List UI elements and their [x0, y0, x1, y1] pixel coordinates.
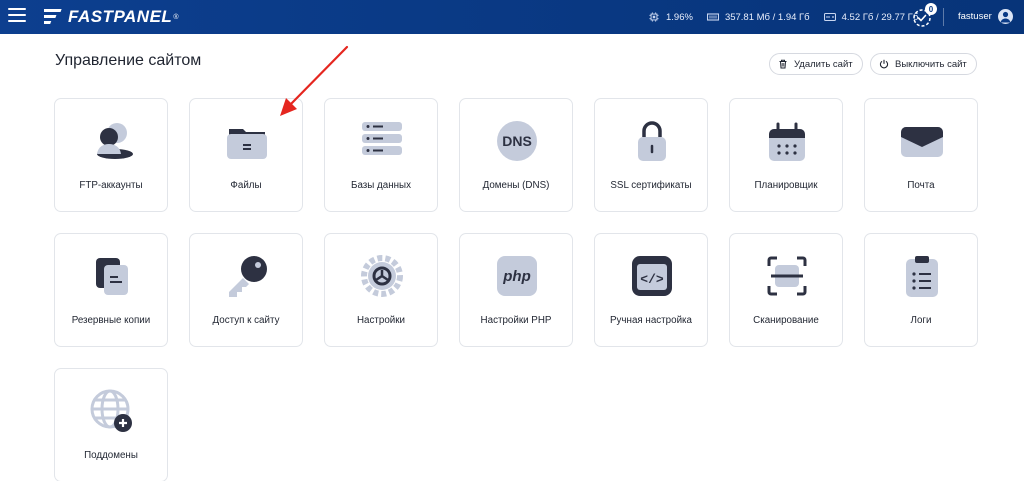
logo-speed-icon: [44, 9, 62, 24]
dns-icon-text: DNS: [502, 133, 532, 149]
delete-site-button[interactable]: Удалить сайт: [769, 53, 863, 75]
tile-subdomains[interactable]: Поддомены: [54, 368, 168, 481]
key-icon: [217, 252, 277, 300]
backup-icon: [82, 252, 142, 300]
tile-label: Файлы: [230, 180, 262, 191]
tile-php-settings[interactable]: php Настройки PHP: [459, 233, 573, 347]
logs-icon: [892, 252, 952, 300]
hamburger-menu-icon[interactable]: [8, 8, 26, 24]
ftp-users-icon: [82, 117, 142, 165]
php-icon: php: [487, 252, 547, 300]
tile-label: SSL сертификаты: [610, 180, 692, 191]
tile-label: Настройки PHP: [480, 315, 552, 326]
resource-stats: 1.96% 357.81 Мб / 1.94 Гб 4.52 Гб / 29.7…: [648, 0, 932, 34]
tile-settings[interactable]: Настройки: [324, 233, 438, 347]
code-icon: </>: [622, 252, 682, 300]
tile-databases[interactable]: Базы данных: [324, 98, 438, 212]
header-divider: [943, 8, 944, 26]
notifications-button[interactable]: 0: [912, 3, 937, 28]
subdomain-globe-icon: [82, 387, 142, 435]
tile-domains-dns[interactable]: DNS Домены (DNS): [459, 98, 573, 212]
tile-label: Базы данных: [351, 180, 411, 191]
brand-registered-mark: ®: [173, 13, 179, 21]
tile-label: Планировщик: [754, 180, 818, 191]
tile-ftp-accounts[interactable]: FTP-аккаунты: [54, 98, 168, 212]
tile-mail[interactable]: Почта: [864, 98, 978, 212]
tile-label: FTP-аккаунты: [79, 180, 143, 191]
tile-label: Домены (DNS): [482, 180, 550, 191]
tile-manual-config[interactable]: </> Ручная настройка: [594, 233, 708, 347]
calendar-icon: [757, 117, 817, 165]
cpu-icon: [649, 12, 659, 22]
database-icon: [352, 117, 412, 165]
ram-icon: [706, 13, 719, 21]
tile-label: Резервные копии: [71, 315, 151, 326]
disable-site-label: Выключить сайт: [895, 58, 967, 70]
notifications-count-badge: 0: [925, 3, 937, 15]
tile-ssl-certificates[interactable]: SSL сертификаты: [594, 98, 708, 212]
trash-icon: [779, 59, 787, 69]
fastpanel-logo[interactable]: FASTPANEL ®: [44, 7, 178, 27]
tile-site-access[interactable]: Доступ к сайту: [189, 233, 303, 347]
page-title: Управление сайтом: [55, 52, 202, 69]
username[interactable]: fastuser: [958, 11, 992, 22]
ram-stat: 357.81 Мб / 1.94 Гб: [706, 11, 810, 23]
disk-icon: [823, 12, 836, 22]
tile-label: Сканирование: [753, 315, 819, 326]
tile-backups[interactable]: Резервные копии: [54, 233, 168, 347]
tile-label: Поддомены: [84, 450, 138, 461]
tile-scanning[interactable]: Сканирование: [729, 233, 843, 347]
cpu-value: 1.96%: [666, 11, 693, 23]
gear-icon: [352, 252, 412, 300]
lock-icon: [622, 117, 682, 165]
brand-name: FASTPANEL: [68, 7, 173, 26]
power-icon: [879, 59, 889, 69]
ram-value: 357.81 Мб / 1.94 Гб: [724, 11, 810, 23]
folder-icon: [217, 117, 277, 165]
dns-icon: DNS: [487, 117, 547, 165]
disk-stat: 4.52 Гб / 29.77 Гб: [823, 11, 919, 23]
user-avatar-icon[interactable]: [998, 9, 1013, 24]
tile-files[interactable]: Файлы: [189, 98, 303, 212]
tile-scheduler[interactable]: Планировщик: [729, 98, 843, 212]
tile-label: Почта: [907, 180, 935, 191]
tile-label: Логи: [910, 315, 932, 326]
disk-value: 4.52 Гб / 29.77 Гб: [841, 11, 919, 23]
top-header: FASTPANEL ® 1.96% 357.81 Мб / 1.94 Гб 4.…: [0, 0, 1024, 34]
disable-site-button[interactable]: Выключить сайт: [870, 53, 977, 75]
tile-logs[interactable]: Логи: [864, 233, 978, 347]
mail-icon: [892, 117, 952, 165]
tile-label: Ручная настройка: [610, 315, 692, 326]
tile-label: Доступ к сайту: [212, 315, 280, 326]
code-icon-text: </>: [640, 272, 664, 287]
cpu-stat: 1.96%: [648, 12, 693, 23]
scan-icon: [757, 252, 817, 300]
tile-label: Настройки: [356, 315, 406, 326]
php-icon-text: php: [502, 268, 531, 285]
delete-site-label: Удалить сайт: [794, 58, 853, 70]
